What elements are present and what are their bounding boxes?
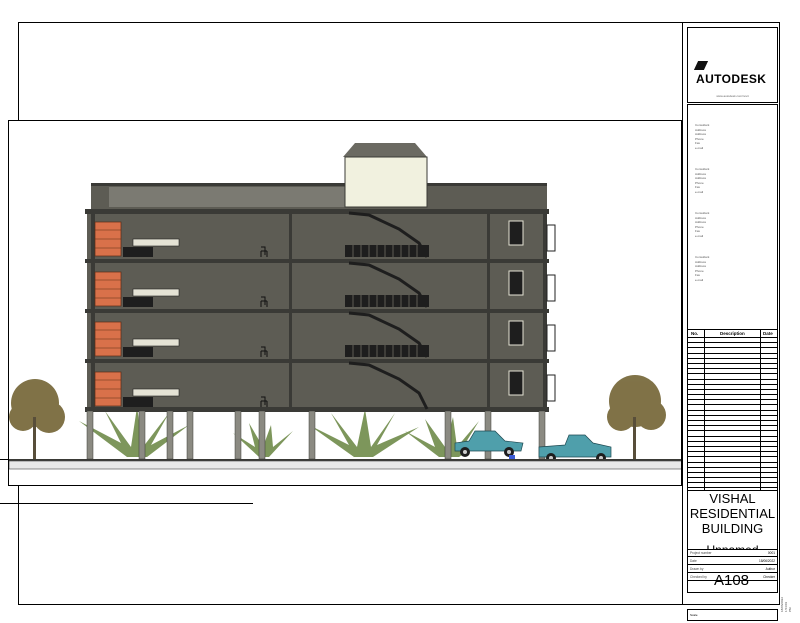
title-block: AUTODESK www.autodesk.com/revit Consulta… [682, 22, 792, 621]
revision-table: No. Description Date [687, 329, 778, 497]
print-timestamp: 18/06/2022 1:54:09 PM [780, 597, 792, 613]
ground [9, 459, 681, 470]
guide-line [0, 503, 253, 504]
sheet-number: A108 [713, 572, 750, 589]
scale-row: Scale [687, 609, 778, 621]
rev-col-date: Date [763, 331, 773, 336]
consultants-panel: Consultant Address Address Phone Fax e-mail C… [687, 104, 778, 348]
project-name-line3: BUILDING [701, 521, 764, 536]
autodesk-logo: AUTODESK [693, 58, 777, 86]
consultant-block: Consultant Address Address Phone Fax e-mail [695, 255, 710, 282]
consultant-block: Consultant Address Address Phone Fax e-mail [695, 211, 710, 238]
rev-col-description: Description [720, 331, 745, 336]
revision-header: No. Description Date [688, 330, 777, 337]
roof-stair-tower [343, 143, 428, 208]
consultant-block: Consultant Address Address Phone Fax e-mail [695, 123, 710, 150]
drawing-viewport[interactable] [8, 120, 682, 486]
logo-panel: AUTODESK www.autodesk.com/revit [687, 27, 778, 103]
info-row: Project number 0001 [688, 551, 777, 557]
revision-rows [688, 337, 777, 498]
info-row: Date 18/06/2022 [688, 559, 777, 565]
project-name-line2: RESIDENTIAL [689, 506, 776, 521]
scale-label: Scale [690, 613, 698, 617]
autodesk-mark-icon [693, 61, 709, 70]
consultant-block: Consultant Address Address Phone Fax e-mail [695, 167, 710, 194]
rev-col-no: No. [691, 331, 699, 336]
project-name-line1: VISHAL [709, 491, 756, 506]
guide-tick [0, 459, 8, 460]
building-section-drawing [9, 121, 681, 485]
logo-url: www.autodesk.com/revit [716, 94, 749, 98]
